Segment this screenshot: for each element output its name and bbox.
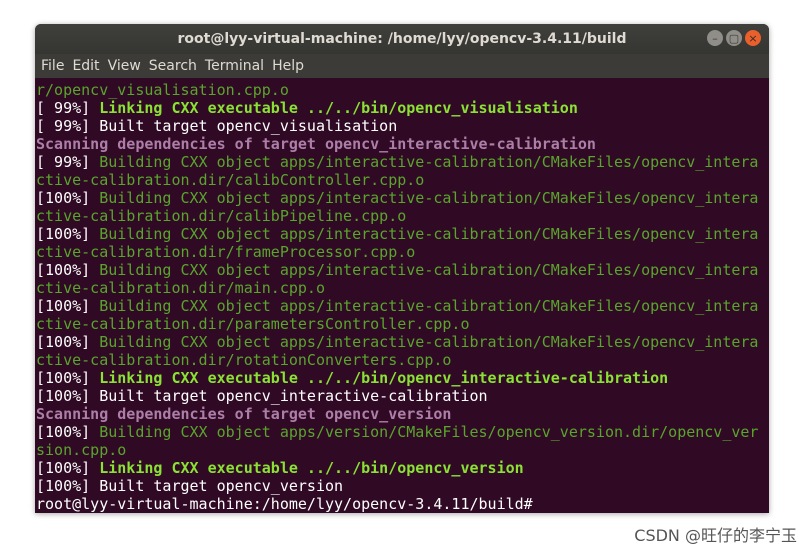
terminal-line: [100%] Built target opencv_interactive-c…: [36, 387, 769, 405]
line-text: Building CXX object apps/interactive-cal…: [99, 261, 759, 279]
terminal-line: ctive-calibration.dir/frameProcessor.cpp…: [36, 243, 769, 261]
line-text: Linking CXX executable ../../bin/opencv_…: [99, 99, 578, 117]
line-text: Building CXX object apps/interactive-cal…: [99, 297, 759, 315]
terminal-line: [100%] Built target opencv_version: [36, 477, 769, 495]
terminal-line: ctive-calibration.dir/calibController.cp…: [36, 171, 769, 189]
menu-edit[interactable]: Edit: [71, 58, 106, 74]
close-button[interactable]: ×: [745, 30, 761, 46]
terminal-line: [100%] Building CXX object apps/version/…: [36, 423, 769, 441]
line-text: Linking CXX executable ../../bin/opencv_…: [99, 369, 669, 387]
line-text: ctive-calibration.dir/calibController.cp…: [36, 171, 425, 189]
line-prefix: [100%]: [36, 369, 100, 387]
line-text: Building CXX object apps/interactive-cal…: [99, 153, 759, 171]
window-controls: – ▢ ×: [707, 30, 761, 46]
line-prefix: [ 99%]: [36, 117, 100, 135]
watermark: CSDN @旺仔的李宁玉: [634, 526, 797, 545]
line-text: Building CXX object apps/interactive-cal…: [99, 189, 759, 207]
title-bar[interactable]: root@lyy-virtual-machine: /home/lyy/open…: [35, 24, 769, 54]
terminal-line: ctive-calibration.dir/main.cpp.o: [36, 279, 769, 297]
line-text: Built target opencv_version: [99, 477, 344, 495]
terminal-line: ctive-calibration.dir/parametersControll…: [36, 315, 769, 333]
line-text: ctive-calibration.dir/parametersControll…: [36, 315, 470, 333]
line-prefix: [100%]: [36, 261, 100, 279]
terminal-line: [100%] Building CXX object apps/interact…: [36, 261, 769, 279]
terminal-line: ctive-calibration.dir/rotationConverters…: [36, 351, 769, 369]
terminal-line: [ 99%] Linking CXX executable ../../bin/…: [36, 99, 769, 117]
line-text: ctive-calibration.dir/calibPipeline.cpp.…: [36, 207, 407, 225]
terminal-line: sion.cpp.o: [36, 441, 769, 459]
line-prefix: [100%]: [36, 423, 100, 441]
line-text: Building CXX object apps/interactive-cal…: [99, 225, 759, 243]
terminal-line: [100%] Linking CXX executable ../../bin/…: [36, 459, 769, 477]
terminal-line: [100%] Building CXX object apps/interact…: [36, 297, 769, 315]
line-prefix: [100%]: [36, 189, 100, 207]
line-text: ctive-calibration.dir/frameProcessor.cpp…: [36, 243, 416, 261]
line-text: Scanning dependencies of target opencv_i…: [36, 135, 596, 153]
terminal-line: [100%] Building CXX object apps/interact…: [36, 225, 769, 243]
line-prefix: [ 99%]: [36, 99, 100, 117]
menu-help[interactable]: Help: [271, 58, 311, 74]
terminal-line: [ 99%] Built target opencv_visualisation: [36, 117, 769, 135]
line-prefix: [100%]: [36, 333, 100, 351]
terminal-line: ctive-calibration.dir/calibPipeline.cpp.…: [36, 207, 769, 225]
line-text: ctive-calibration.dir/main.cpp.o: [36, 279, 325, 297]
line-prefix: [ 99%]: [36, 153, 100, 171]
terminal-output[interactable]: r/opencv_visualisation.cpp.o [ 99%] Link…: [35, 78, 769, 513]
terminal-line: Scanning dependencies of target opencv_i…: [36, 135, 769, 153]
line-text: Linking CXX executable ../../bin/opencv_…: [99, 459, 524, 477]
line-text: sion.cpp.o: [36, 441, 127, 459]
menu-view[interactable]: View: [107, 58, 148, 74]
maximize-button[interactable]: ▢: [726, 30, 742, 46]
terminal-line: r/opencv_visualisation.cpp.o: [36, 81, 769, 99]
menu-bar: File Edit View Search Terminal Help: [35, 54, 769, 78]
line-prefix: [100%]: [36, 225, 100, 243]
menu-terminal[interactable]: Terminal: [204, 58, 271, 74]
terminal-line: [100%] Building CXX object apps/interact…: [36, 333, 769, 351]
terminal-prompt-line[interactable]: root@lyy-virtual-machine:/home/lyy/openc…: [36, 495, 769, 513]
window-title: root@lyy-virtual-machine: /home/lyy/open…: [177, 31, 627, 47]
line-text: r/opencv_visualisation.cpp.o: [36, 81, 289, 99]
menu-search[interactable]: Search: [148, 58, 204, 74]
line-text: Building CXX object apps/interactive-cal…: [99, 333, 759, 351]
line-prefix: [100%]: [36, 387, 100, 405]
line-prefix: [100%]: [36, 297, 100, 315]
terminal-line: [100%] Linking CXX executable ../../bin/…: [36, 369, 769, 387]
terminal-line: Scanning dependencies of target opencv_v…: [36, 405, 769, 423]
shell-prompt: root@lyy-virtual-machine:/home/lyy/openc…: [36, 495, 533, 513]
terminal-window: root@lyy-virtual-machine: /home/lyy/open…: [35, 24, 769, 513]
line-text: Building CXX object apps/version/CMakeFi…: [99, 423, 759, 441]
line-prefix: [100%]: [36, 477, 100, 495]
terminal-line: [100%] Building CXX object apps/interact…: [36, 189, 769, 207]
line-text: ctive-calibration.dir/rotationConverters…: [36, 351, 452, 369]
minimize-button[interactable]: –: [707, 30, 723, 46]
line-text: Scanning dependencies of target opencv_v…: [36, 405, 452, 423]
terminal-line: [ 99%] Building CXX object apps/interact…: [36, 153, 769, 171]
line-text: Built target opencv_interactive-calibrat…: [99, 387, 488, 405]
line-prefix: [100%]: [36, 459, 100, 477]
menu-file[interactable]: File: [40, 58, 71, 74]
line-text: Built target opencv_visualisation: [99, 117, 398, 135]
